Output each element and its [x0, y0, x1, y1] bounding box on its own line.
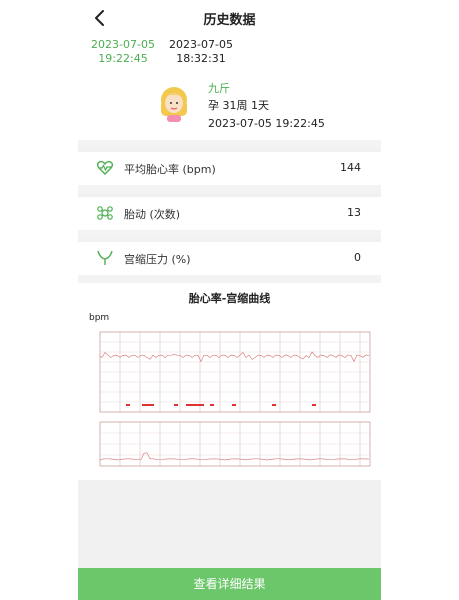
record-tab-date: 2023-07-05	[169, 38, 233, 51]
stat-value: 144	[340, 161, 361, 174]
chart-bottom-area	[78, 480, 381, 568]
contraction-icon	[96, 249, 114, 267]
ctg-chart	[82, 326, 372, 472]
ctg-chart-svg	[99, 331, 371, 467]
stat-row-heart-rate: 平均胎心率 (bpm) 144	[78, 148, 381, 184]
stat-value: 0	[354, 251, 361, 264]
navigation-bar: 历史数据	[78, 0, 381, 36]
movement-marker	[232, 404, 236, 406]
divider	[78, 230, 381, 238]
movement-marker	[312, 404, 316, 406]
record-tab-selected[interactable]: 2023-07-05 19:22:45	[86, 38, 160, 66]
stat-row-contraction: 宫缩压力 (%) 0	[78, 238, 381, 274]
profile-section: 九斤 孕 31周 1天 2023-07-05 19:22:45	[78, 78, 381, 134]
stat-label: 宫缩压力 (%)	[124, 253, 191, 266]
page-title: 历史数据	[203, 13, 256, 28]
stat-row-fetal-movement: 胎动 (次数) 13	[78, 193, 381, 229]
stat-label: 胎动 (次数)	[124, 208, 181, 221]
profile-name: 九斤	[208, 82, 230, 95]
record-tab-time: 18:32:31	[176, 52, 226, 65]
avatar	[158, 86, 190, 122]
chart-unit-label: bpm	[89, 313, 110, 323]
movement-marker	[126, 404, 130, 406]
chart-title: 胎心率-宫缩曲线	[188, 292, 271, 305]
profile-info: 九斤 孕 31周 1天 2023-07-05 19:22:45	[208, 80, 325, 133]
movement-marker	[210, 404, 214, 406]
fetal-movement-icon	[96, 204, 114, 222]
pregnancy-week: 孕 31周 1天	[208, 99, 269, 112]
divider	[78, 185, 381, 193]
stat-value: 13	[347, 206, 361, 219]
heart-pulse-icon	[96, 159, 114, 177]
record-time-tabs: 2023-07-05 19:22:45 2023-07-05 18:32:31	[86, 38, 236, 68]
history-screen: 历史数据 2023-07-05 19:22:45 2023-07-05 18:3…	[78, 0, 381, 600]
record-tab[interactable]: 2023-07-05 18:32:31	[164, 38, 238, 66]
movement-marker	[174, 404, 178, 406]
stat-label: 平均胎心率 (bpm)	[124, 163, 216, 176]
movement-marker	[186, 404, 204, 406]
record-tab-time: 19:22:45	[98, 52, 148, 65]
divider	[78, 140, 381, 148]
divider	[78, 275, 381, 283]
view-details-button[interactable]: 查看详细结果	[78, 568, 381, 600]
record-datetime: 2023-07-05 19:22:45	[208, 117, 325, 130]
movement-marker	[142, 404, 154, 406]
movement-marker	[272, 404, 276, 406]
record-tab-date: 2023-07-05	[91, 38, 155, 51]
